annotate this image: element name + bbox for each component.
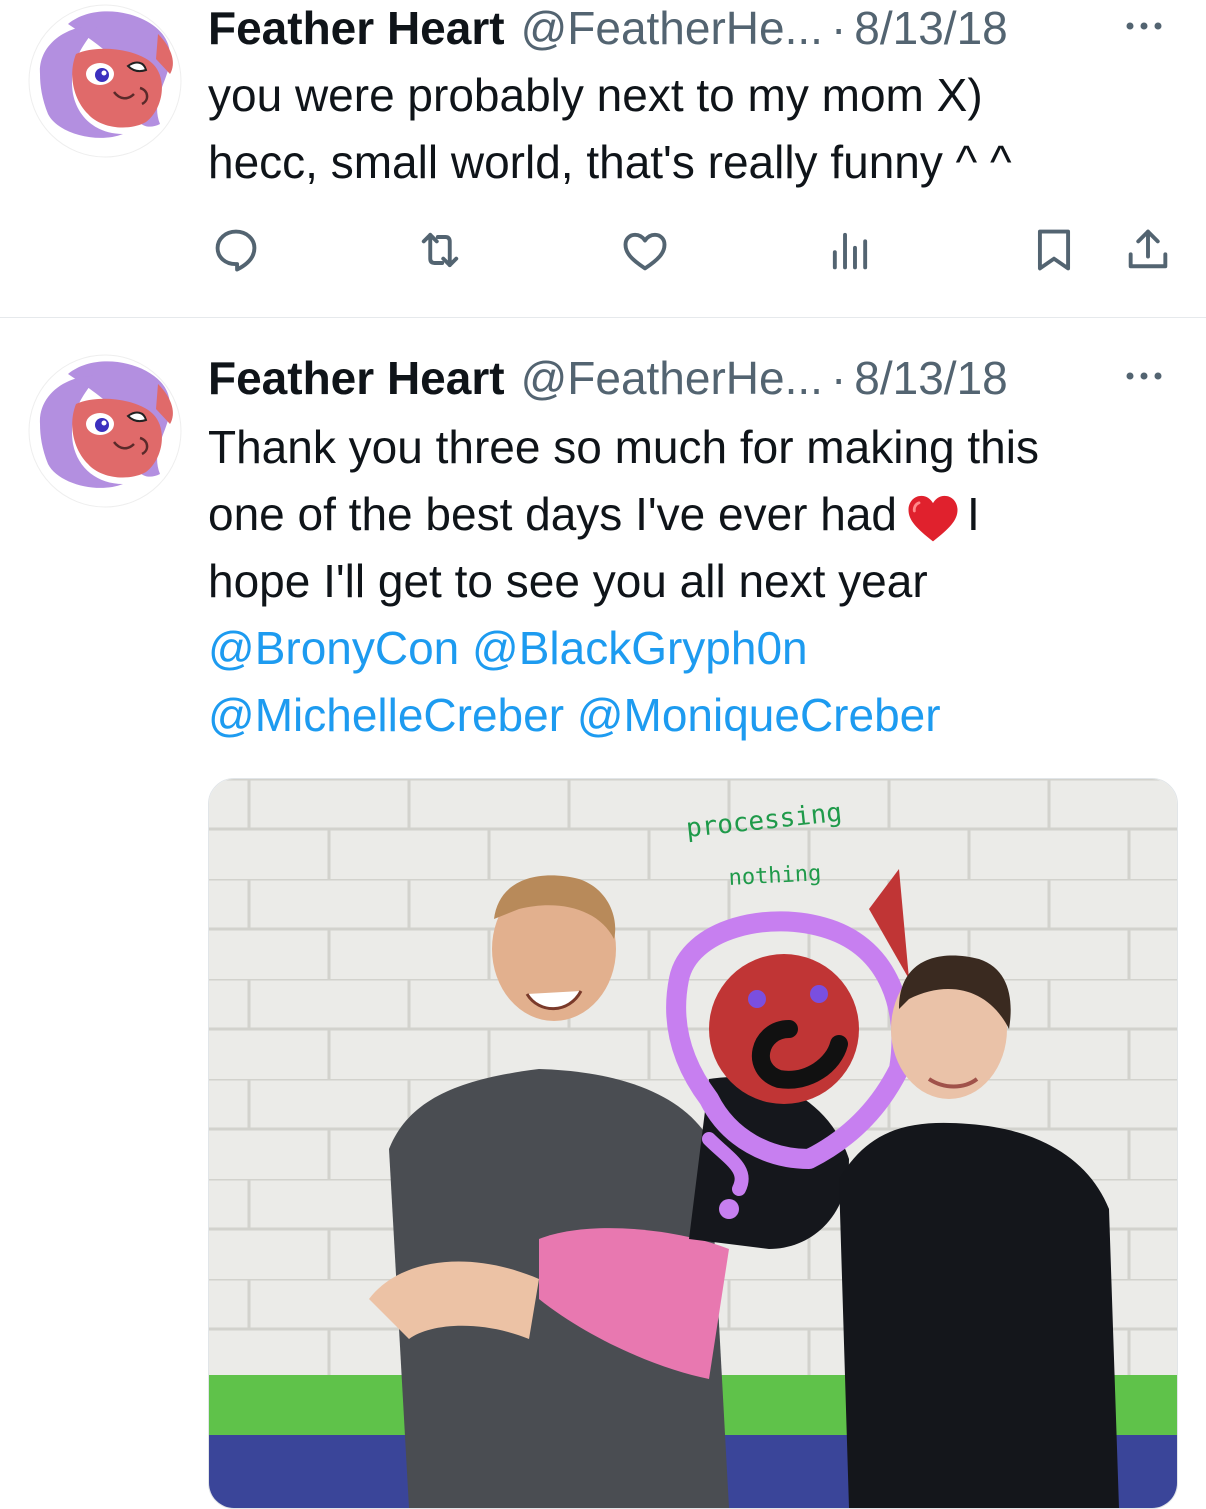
tweet-text-line: @BronyCon @BlackGryph0n <box>208 615 1166 682</box>
retweet-button[interactable] <box>412 222 468 278</box>
scribble-text: nothing <box>728 861 822 891</box>
more-options-button[interactable] <box>1118 362 1170 390</box>
separator: · <box>830 352 847 404</box>
tweet-text-line: one of the best days I've ever had I <box>208 481 1166 548</box>
tweet-photo[interactable]: processing nothing <box>208 778 1178 1509</box>
avatar[interactable] <box>28 4 182 158</box>
like-icon <box>623 232 667 271</box>
tweet-text-segment: I <box>967 488 980 540</box>
mention-link[interactable]: @MoniqueCreber <box>577 689 941 741</box>
photo-scene: processing nothing <box>209 779 1177 1508</box>
tweet-text-line: you were probably next to my mom X) <box>208 69 983 121</box>
mention-link[interactable]: @MichelleCreber <box>208 689 564 741</box>
tweet-header: Feather Heart @FeatherHe... · 8/13/18 <box>208 0 1170 56</box>
tweet-header: Feather Heart @FeatherHe... · 8/13/18 <box>208 350 1170 406</box>
reply-button[interactable] <box>208 222 264 278</box>
pony-avatar-icon <box>28 354 182 508</box>
separator: · <box>830 2 847 54</box>
tweet-text-line: hope I'll get to see you all next year <box>208 555 928 607</box>
avatar[interactable] <box>28 354 182 508</box>
tweet-actions <box>208 222 1176 278</box>
tweet-text: you were probably next to my mom X) hecc… <box>208 62 1166 196</box>
more-icon <box>1126 22 1162 30</box>
mention-link[interactable]: @BronyCon <box>208 622 459 674</box>
author-name[interactable]: Feather Heart <box>208 1 505 55</box>
red-heart-emoji-icon <box>908 495 958 542</box>
like-button[interactable] <box>617 222 673 278</box>
retweet-icon <box>421 232 459 268</box>
views-icon <box>832 232 868 270</box>
author-handle[interactable]: @FeatherHe... <box>521 351 823 405</box>
tweet-text-line: @MichelleCreber @MoniqueCreber <box>208 682 1166 749</box>
tweet-date[interactable]: 8/13/18 <box>854 351 1007 405</box>
share-button[interactable] <box>1120 222 1176 278</box>
mention-link[interactable]: @BlackGryph0n <box>472 622 808 674</box>
share-icon <box>1128 229 1168 269</box>
tweet-text-segment: one of the best days I've ever had <box>208 488 898 540</box>
tweet-text-line: hecc, small world, that's really funny ^… <box>208 136 1012 188</box>
tweet-text-line: Thank you three so much for making this <box>208 421 1039 473</box>
author-handle[interactable]: @FeatherHe... <box>521 1 823 55</box>
more-icon <box>1126 372 1162 380</box>
tweet[interactable]: Feather Heart @FeatherHe... · 8/13/18 yo… <box>0 0 1206 318</box>
tweet-date[interactable]: 8/13/18 <box>854 1 1007 55</box>
more-options-button[interactable] <box>1118 12 1170 40</box>
pony-avatar-icon <box>28 4 182 158</box>
author-name[interactable]: Feather Heart <box>208 351 505 405</box>
views-button[interactable] <box>822 222 878 278</box>
bookmark-button[interactable] <box>1026 222 1082 278</box>
tweet-text: Thank you three so much for making this … <box>208 414 1166 749</box>
reply-icon <box>215 229 257 272</box>
tweet[interactable]: Feather Heart @FeatherHe... · 8/13/18 Th… <box>0 318 1206 1509</box>
bookmark-icon <box>1037 229 1071 271</box>
